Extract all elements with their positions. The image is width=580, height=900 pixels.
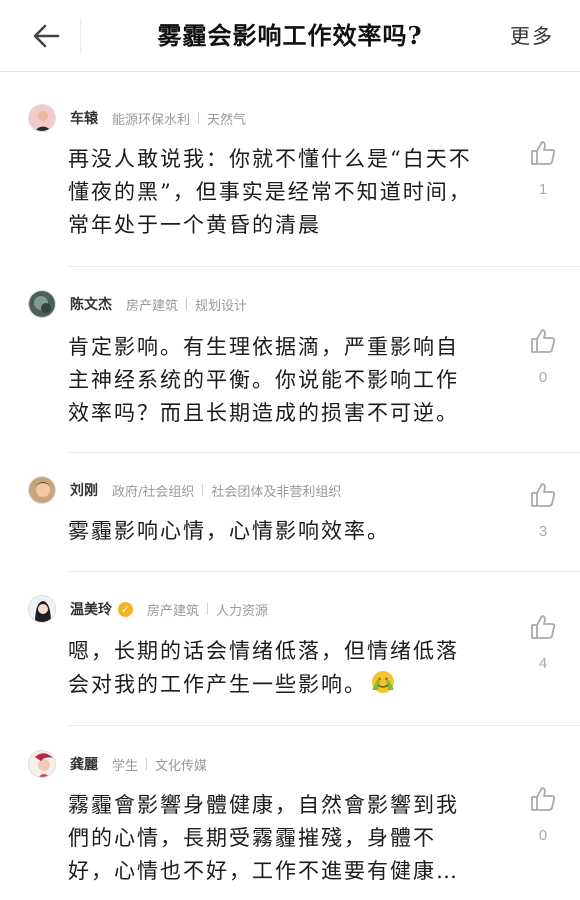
avatar[interactable]	[28, 290, 56, 318]
divider	[68, 725, 580, 726]
author-field: 社会团体及非营利组织	[211, 484, 342, 500]
like-count: 0	[538, 827, 548, 844]
tag-separator	[207, 603, 209, 615]
more-button[interactable]: 更多	[510, 18, 554, 54]
thumbs-up-icon	[531, 787, 556, 811]
like-button[interactable]: 0	[526, 327, 560, 386]
thumbs-up-icon	[531, 615, 556, 639]
page-title: 雾霾会影响工作效率吗?	[157, 21, 423, 50]
tag-separator	[202, 484, 204, 496]
author-field: 规划设计	[195, 298, 248, 314]
avatar[interactable]	[28, 595, 56, 623]
like-button[interactable]: 0	[526, 785, 560, 844]
answer-header: 陈文杰 房产建筑 规划设计	[28, 289, 247, 319]
facepalm-emoji-icon	[369, 668, 397, 704]
back-button[interactable]	[28, 18, 64, 54]
thumbs-up-icon	[531, 329, 556, 353]
author-name[interactable]: 温美玲	[70, 599, 112, 619]
like-button[interactable]: 3	[526, 481, 560, 540]
like-button[interactable]: 4	[526, 613, 560, 672]
tag-separator	[146, 758, 148, 770]
thumbs-up-icon	[531, 483, 556, 507]
divider	[68, 452, 580, 453]
answer-text[interactable]: 再没人敢说我：你就不懂什么是“白天不懂夜的黑”，但事实是经常不知道时间，常年处于…	[68, 143, 478, 243]
answer-header: 温美玲 ✓ 房产建筑 人力资源	[28, 594, 268, 624]
like-count: 1	[538, 181, 548, 198]
top-bar: 雾霾会影响工作效率吗? 更多	[0, 0, 580, 72]
avatar[interactable]	[28, 476, 56, 504]
like-count: 4	[538, 655, 548, 672]
verified-badge-icon: ✓	[118, 601, 133, 617]
author-name[interactable]: 龚麗	[70, 754, 98, 774]
avatar[interactable]	[28, 104, 56, 132]
author-field: 文化传媒	[155, 758, 208, 774]
tag-separator	[198, 112, 200, 124]
avatar[interactable]	[28, 750, 56, 778]
author-name[interactable]: 陈文杰	[70, 294, 112, 314]
answer-text[interactable]: 霧霾會影響身體健康，自然會影響到我們的心情，長期受霧霾摧殘，身體不好，心情也不好…	[68, 789, 478, 889]
like-count: 0	[538, 369, 548, 386]
back-arrow-icon	[33, 24, 60, 48]
answer-text[interactable]: 雾霾影响心情，心情影响效率。	[68, 515, 478, 551]
answer-header: 车辕 能源环保水利 天然气	[28, 103, 246, 133]
author-industry: 房产建筑	[126, 298, 179, 314]
answer-text[interactable]: 嗯，长期的话会情绪低落，但情绪低落会对我的工作产生一些影响。	[68, 635, 478, 705]
author-name[interactable]: 车辕	[70, 108, 98, 128]
thumbs-up-icon	[531, 141, 556, 165]
answer-header: 龚麗 学生 文化传媒	[28, 749, 207, 779]
divider	[68, 571, 580, 572]
author-industry: 房产建筑	[147, 603, 200, 619]
answer-header: 刘刚 政府/社会组织 社会团体及非营利组织	[28, 475, 341, 505]
author-industry: 政府/社会组织	[112, 484, 195, 500]
tag-separator	[186, 298, 188, 310]
author-field: 天然气	[207, 112, 247, 128]
answer-text-content: 嗯，长期的话会情绪低落，但情绪低落会对我的工作产生一些影响。	[68, 639, 459, 697]
answer-text[interactable]: 肯定影响。有生理依据滴，严重影响自主神经系统的平衡。你说能不影响工作效率吗？而且…	[68, 331, 478, 431]
divider	[68, 266, 580, 267]
like-button[interactable]: 1	[526, 139, 560, 198]
author-industry: 学生	[112, 758, 139, 774]
author-name[interactable]: 刘刚	[70, 480, 98, 500]
header-divider	[80, 18, 81, 54]
author-field: 人力资源	[216, 603, 269, 619]
author-industry: 能源环保水利	[112, 112, 191, 128]
like-count: 3	[538, 523, 548, 540]
